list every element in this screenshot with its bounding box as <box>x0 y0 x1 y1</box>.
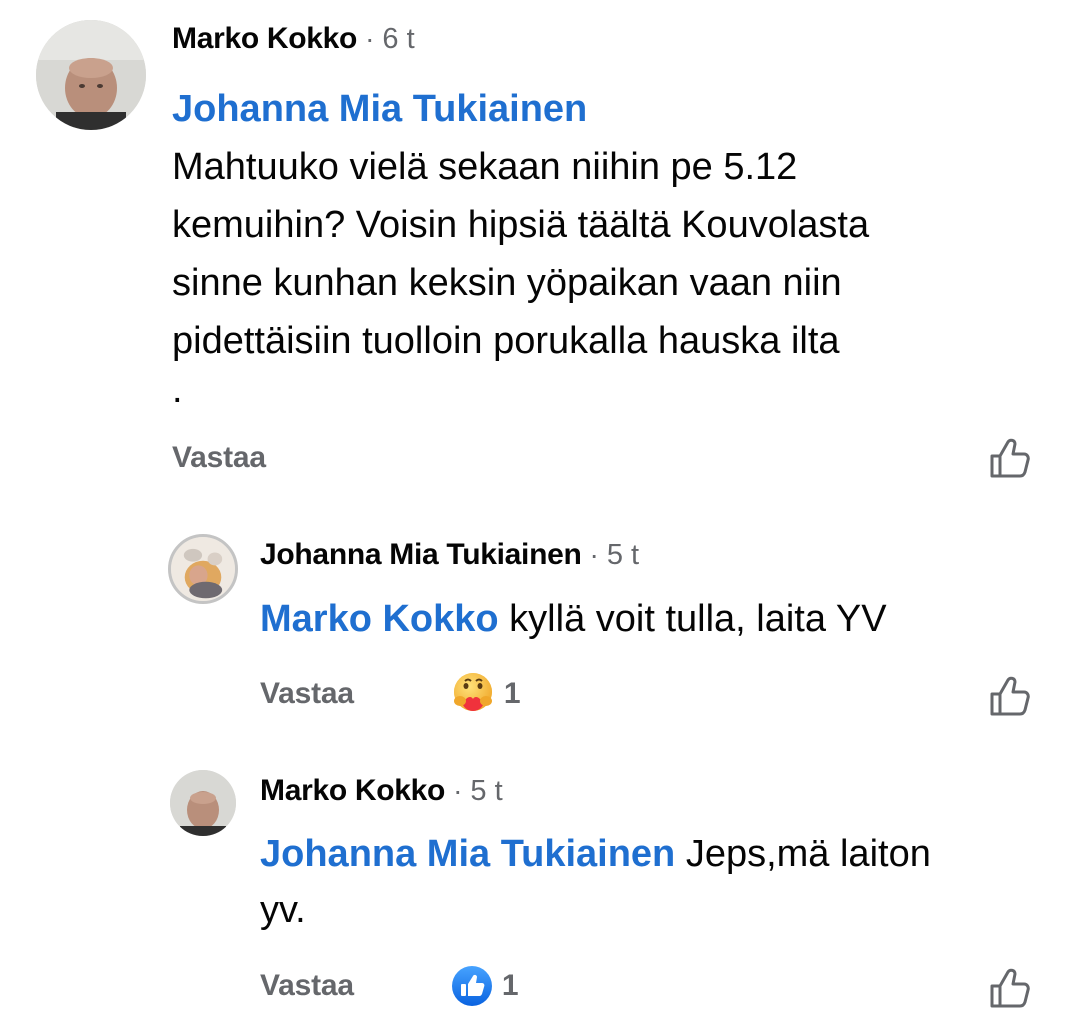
separator-dot: · <box>365 23 375 54</box>
avatar-image <box>171 537 235 601</box>
avatar-johanna-mia-tukiainen[interactable] <box>168 534 238 604</box>
separator-dot: · <box>453 775 463 806</box>
comment-author[interactable]: Marko Kokko <box>260 774 445 808</box>
comment-body: Johanna Mia Tukiainen Mahtuuko vielä sek… <box>172 80 869 410</box>
thumbs-up-outline-icon <box>990 438 1030 478</box>
comment-header: Johanna Mia Tukiainen · 5 t <box>260 538 639 572</box>
comment-author[interactable]: Johanna Mia Tukiainen <box>260 538 582 572</box>
comment-time[interactable]: 5 t <box>470 775 502 808</box>
separator-dot: · <box>589 539 599 570</box>
comment-actions: Vastaa 1 <box>260 964 519 1008</box>
comment-time[interactable]: 6 t <box>382 23 414 56</box>
comment-body: Johanna Mia Tukiainen Jeps,mä laiton yv. <box>260 826 931 938</box>
care-emoji-icon <box>453 673 492 711</box>
reaction-count: 1 <box>501 969 519 1002</box>
reaction-summary[interactable]: 1 <box>450 964 519 1008</box>
comment-text-line: kemuihin? Voisin hipsiä täältä Kouvolast… <box>172 204 870 246</box>
like-button[interactable] <box>988 436 1032 480</box>
reaction-summary[interactable]: 1 <box>450 671 521 717</box>
avatar-image <box>170 770 236 836</box>
avatar-image <box>36 20 146 130</box>
comment-actions: Vastaa 1 <box>260 671 521 717</box>
reply-button[interactable]: Vastaa <box>260 969 354 1003</box>
comment-text-line: yv. <box>260 889 306 931</box>
comment-actions: Vastaa <box>172 440 266 476</box>
comment-text: Jeps,mä laiton <box>675 833 931 875</box>
reply-button[interactable]: Vastaa <box>172 441 266 475</box>
comment-text: kyllä voit tulla, laita YV <box>498 598 887 640</box>
comment-header: Marko Kokko · 5 t <box>260 774 503 808</box>
comment-text-line: . <box>172 369 183 411</box>
avatar-marko-kokko[interactable] <box>36 20 146 130</box>
like-button[interactable] <box>988 674 1032 718</box>
avatar-marko-kokko[interactable] <box>170 770 236 836</box>
comment-body: Marko Kokko kyllä voit tulla, laita YV <box>260 592 887 646</box>
mention-link[interactable]: Johanna Mia Tukiainen <box>172 80 869 138</box>
like-button[interactable] <box>988 966 1032 1010</box>
comment-text-line: sinne kunhan keksin yöpaikan vaan niin <box>172 262 842 304</box>
mention-link[interactable]: Johanna Mia Tukiainen <box>260 833 675 875</box>
comment-time[interactable]: 5 t <box>607 539 639 572</box>
reaction-count: 1 <box>503 677 521 710</box>
like-reaction-icon <box>451 966 492 1006</box>
mention-link[interactable]: Marko Kokko <box>260 598 499 640</box>
thumbs-up-outline-icon <box>990 968 1030 1008</box>
comment-header: Marko Kokko · 6 t <box>172 22 415 56</box>
comment-text-line: Mahtuuko vielä sekaan niihin pe 5.12 <box>172 146 798 188</box>
comment-text-line: pidettäisiin tuolloin porukalla hauska i… <box>172 320 840 362</box>
reply-button[interactable]: Vastaa <box>260 677 354 711</box>
thumbs-up-outline-icon <box>990 676 1030 716</box>
comment-author[interactable]: Marko Kokko <box>172 22 357 56</box>
